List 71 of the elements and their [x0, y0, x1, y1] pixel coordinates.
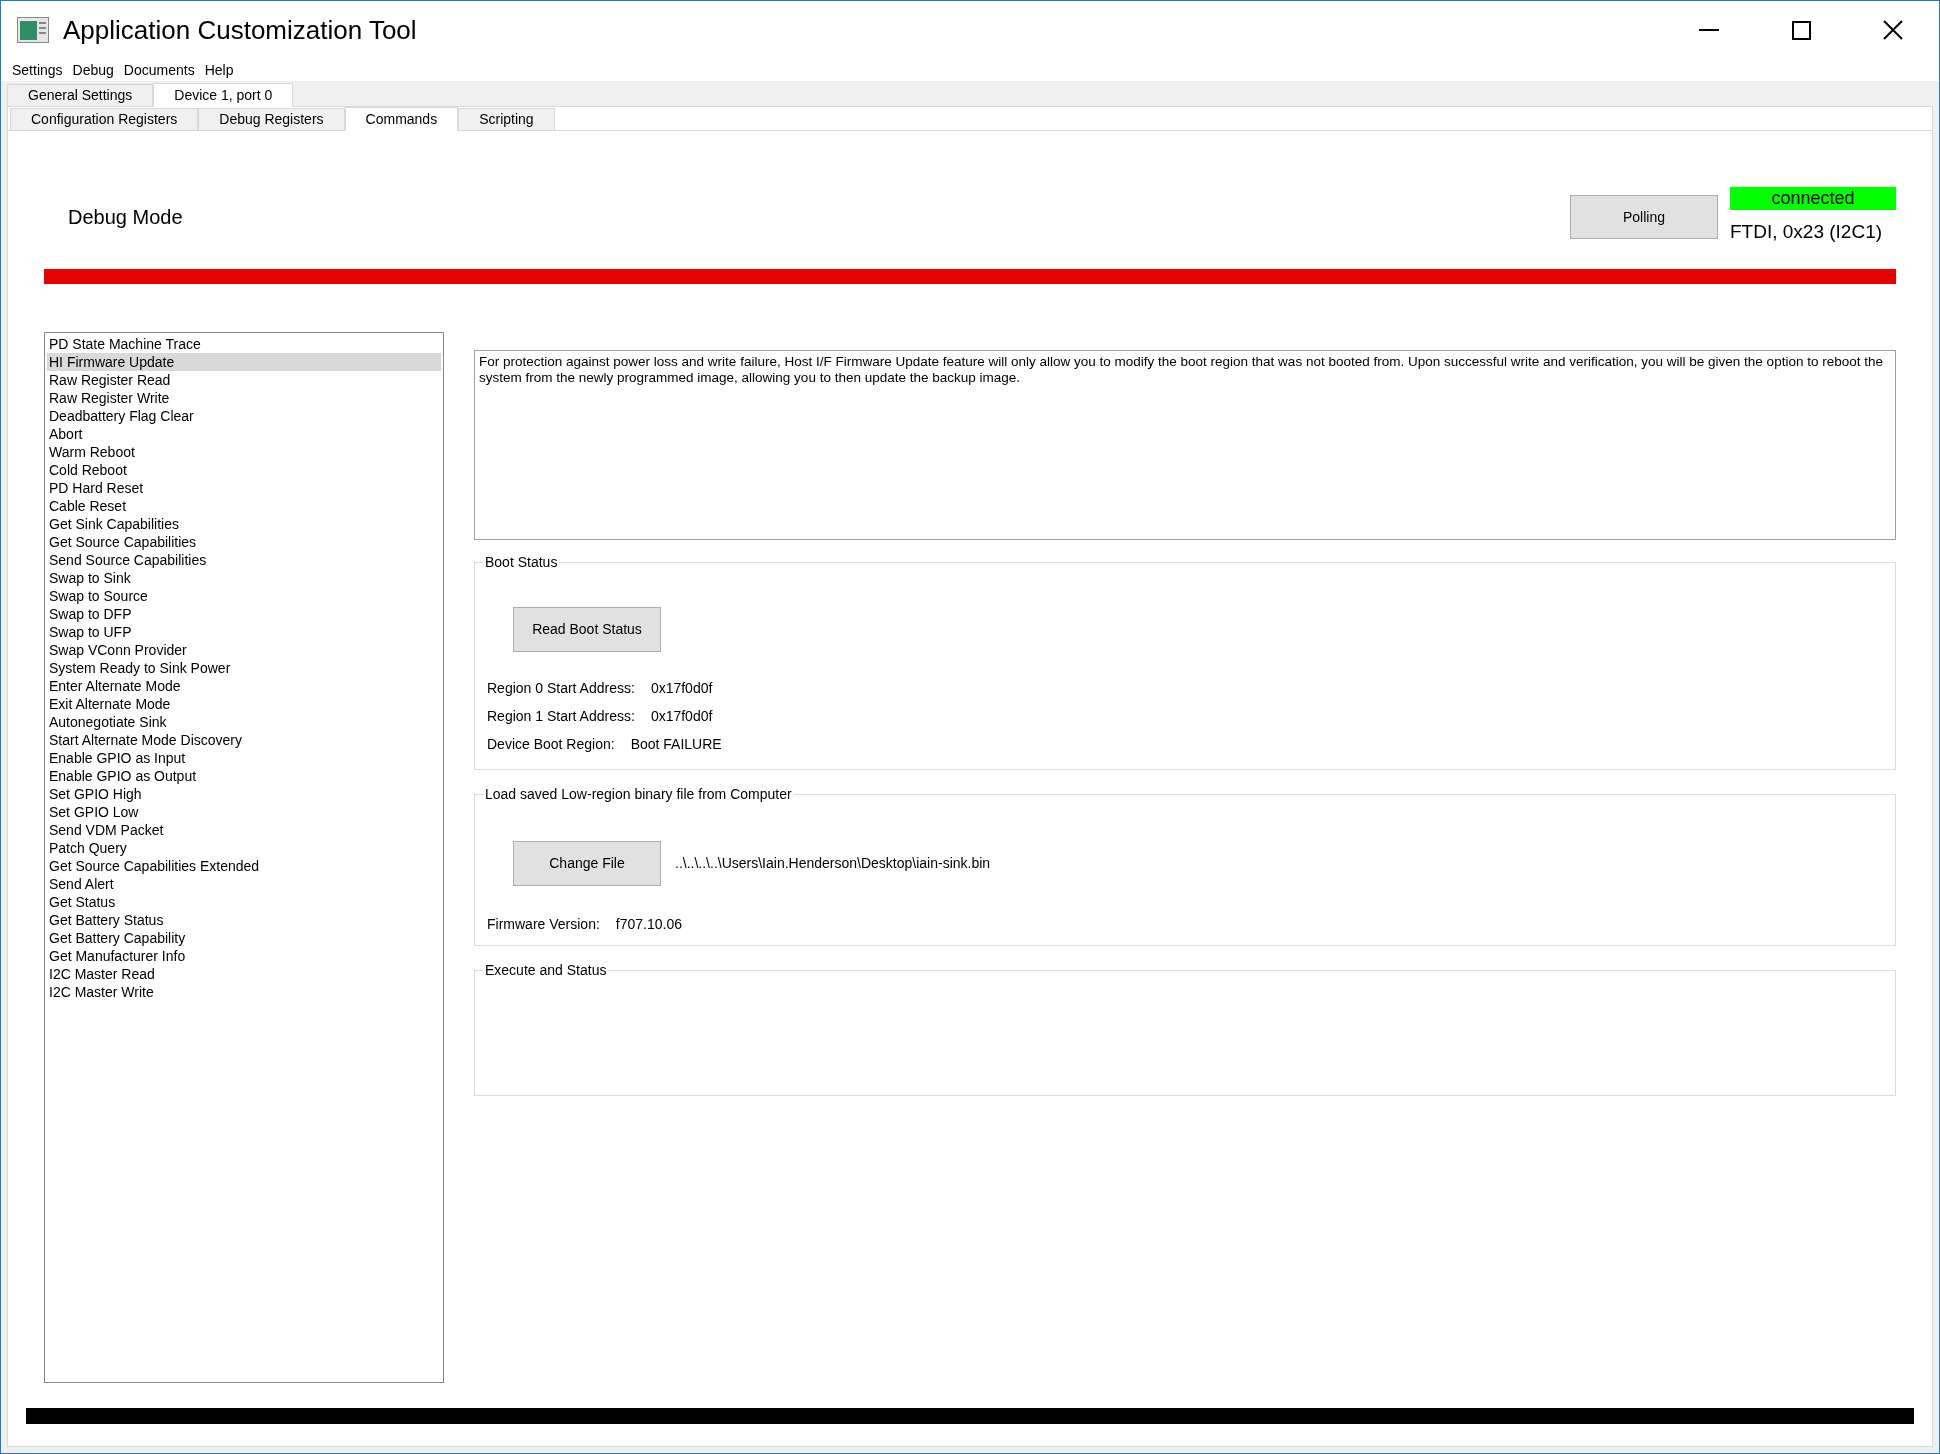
- field-value: 0x17f0d0f: [650, 706, 713, 726]
- list-item[interactable]: Patch Query: [47, 839, 441, 857]
- menu-item[interactable]: Documents: [118, 59, 200, 81]
- device-label: FTDI, 0x23 (I2C1): [1730, 220, 1884, 245]
- list-item[interactable]: Raw Register Read: [47, 371, 441, 389]
- menu-item[interactable]: Help: [199, 59, 239, 81]
- list-item[interactable]: Warm Reboot: [47, 443, 441, 461]
- field-value: Boot FAILURE: [630, 734, 722, 754]
- list-item[interactable]: Enable GPIO as Input: [47, 749, 441, 767]
- list-item[interactable]: Swap to UFP: [47, 623, 441, 641]
- app-icon: [17, 17, 49, 43]
- list-item[interactable]: Set GPIO High: [47, 785, 441, 803]
- field-label: Device Boot Region:: [487, 734, 615, 754]
- group-title: Execute and Status: [484, 961, 608, 980]
- close-icon: [1883, 20, 1903, 40]
- list-item[interactable]: Cold Reboot: [47, 461, 441, 479]
- list-item[interactable]: Get Battery Status: [47, 911, 441, 929]
- list-item[interactable]: PD State Machine Trace: [47, 335, 441, 353]
- list-item[interactable]: Get Manufacturer Info: [47, 947, 441, 965]
- list-item[interactable]: PD Hard Reset: [47, 479, 441, 497]
- group-title: Load saved Low-region binary file from Computer: [484, 785, 793, 804]
- list-item[interactable]: Swap to Sink: [47, 569, 441, 587]
- tab[interactable]: Scripting: [458, 108, 555, 130]
- minimize-icon: [1699, 29, 1719, 31]
- read-boot-status-button[interactable]: Read Boot Status: [513, 607, 661, 652]
- list-item[interactable]: Autonegotiate Sink: [47, 713, 441, 731]
- tab[interactable]: Device 1, port 0: [153, 83, 294, 107]
- list-item[interactable]: I2C Master Write: [47, 983, 441, 1001]
- menu-item[interactable]: Debug: [67, 59, 119, 81]
- field-label: Region 1 Start Address:: [487, 706, 635, 726]
- list-item[interactable]: Abort: [47, 425, 441, 443]
- field-value: 0x17f0d0f: [650, 678, 713, 698]
- field-label: Firmware Version:: [487, 914, 600, 934]
- tab[interactable]: General Settings: [7, 84, 154, 106]
- maximize-icon: [1791, 20, 1811, 40]
- list-item[interactable]: Get Status: [47, 893, 441, 911]
- tab[interactable]: Commands: [344, 107, 459, 131]
- mode-label: Debug Mode: [68, 205, 183, 230]
- tab[interactable]: Debug Registers: [198, 108, 345, 130]
- list-item[interactable]: Get Source Capabilities Extended: [47, 857, 441, 875]
- list-item[interactable]: Enter Alternate Mode: [47, 677, 441, 695]
- list-item[interactable]: Exit Alternate Mode: [47, 695, 441, 713]
- change-file-button[interactable]: Change File: [513, 841, 661, 886]
- list-item[interactable]: Get Battery Capability: [47, 929, 441, 947]
- group-title: Boot Status: [484, 553, 559, 572]
- list-item[interactable]: Get Sink Capabilities: [47, 515, 441, 533]
- tab[interactable]: Configuration Registers: [10, 108, 199, 130]
- list-item[interactable]: Send VDM Packet: [47, 821, 441, 839]
- polling-button[interactable]: Polling: [1570, 195, 1718, 239]
- menu-item[interactable]: Settings: [7, 59, 68, 81]
- list-item[interactable]: Deadbattery Flag Clear: [47, 407, 441, 425]
- list-item[interactable]: Enable GPIO as Output: [47, 767, 441, 785]
- list-item[interactable]: Send Source Capabilities: [47, 551, 441, 569]
- connection-status: connected: [1730, 187, 1896, 211]
- description-text: For protection against power loss and write failure, Host I/F Firmware Update feature will only allow you to modify the boot region that was not booted from. Upon successful write and verification, you will be given the option to reboot the system from the newly programmed image, allowing you to then update the backup image.: [479, 354, 1884, 386]
- list-item[interactable]: Raw Register Write: [47, 389, 441, 407]
- list-item[interactable]: Send Alert: [47, 875, 441, 893]
- window-title: Application Customization Tool: [63, 13, 417, 47]
- list-item[interactable]: I2C Master Read: [47, 965, 441, 983]
- list-item[interactable]: Get Source Capabilities: [47, 533, 441, 551]
- list-item[interactable]: Swap VConn Provider: [47, 641, 441, 659]
- list-item[interactable]: Start Alternate Mode Discovery: [47, 731, 441, 749]
- list-item[interactable]: HI Firmware Update: [47, 353, 441, 371]
- file-path: ..\..\..\..\Users\Iain.Henderson\Desktop\iain-sink.bin: [675, 854, 991, 873]
- list-item[interactable]: System Ready to Sink Power: [47, 659, 441, 677]
- list-item[interactable]: Swap to DFP: [47, 605, 441, 623]
- list-item[interactable]: Swap to Source: [47, 587, 441, 605]
- field-value: f707.10.06: [615, 914, 682, 934]
- field-label: Region 0 Start Address:: [487, 678, 635, 698]
- list-item[interactable]: Cable Reset: [47, 497, 441, 515]
- list-item[interactable]: Set GPIO Low: [47, 803, 441, 821]
